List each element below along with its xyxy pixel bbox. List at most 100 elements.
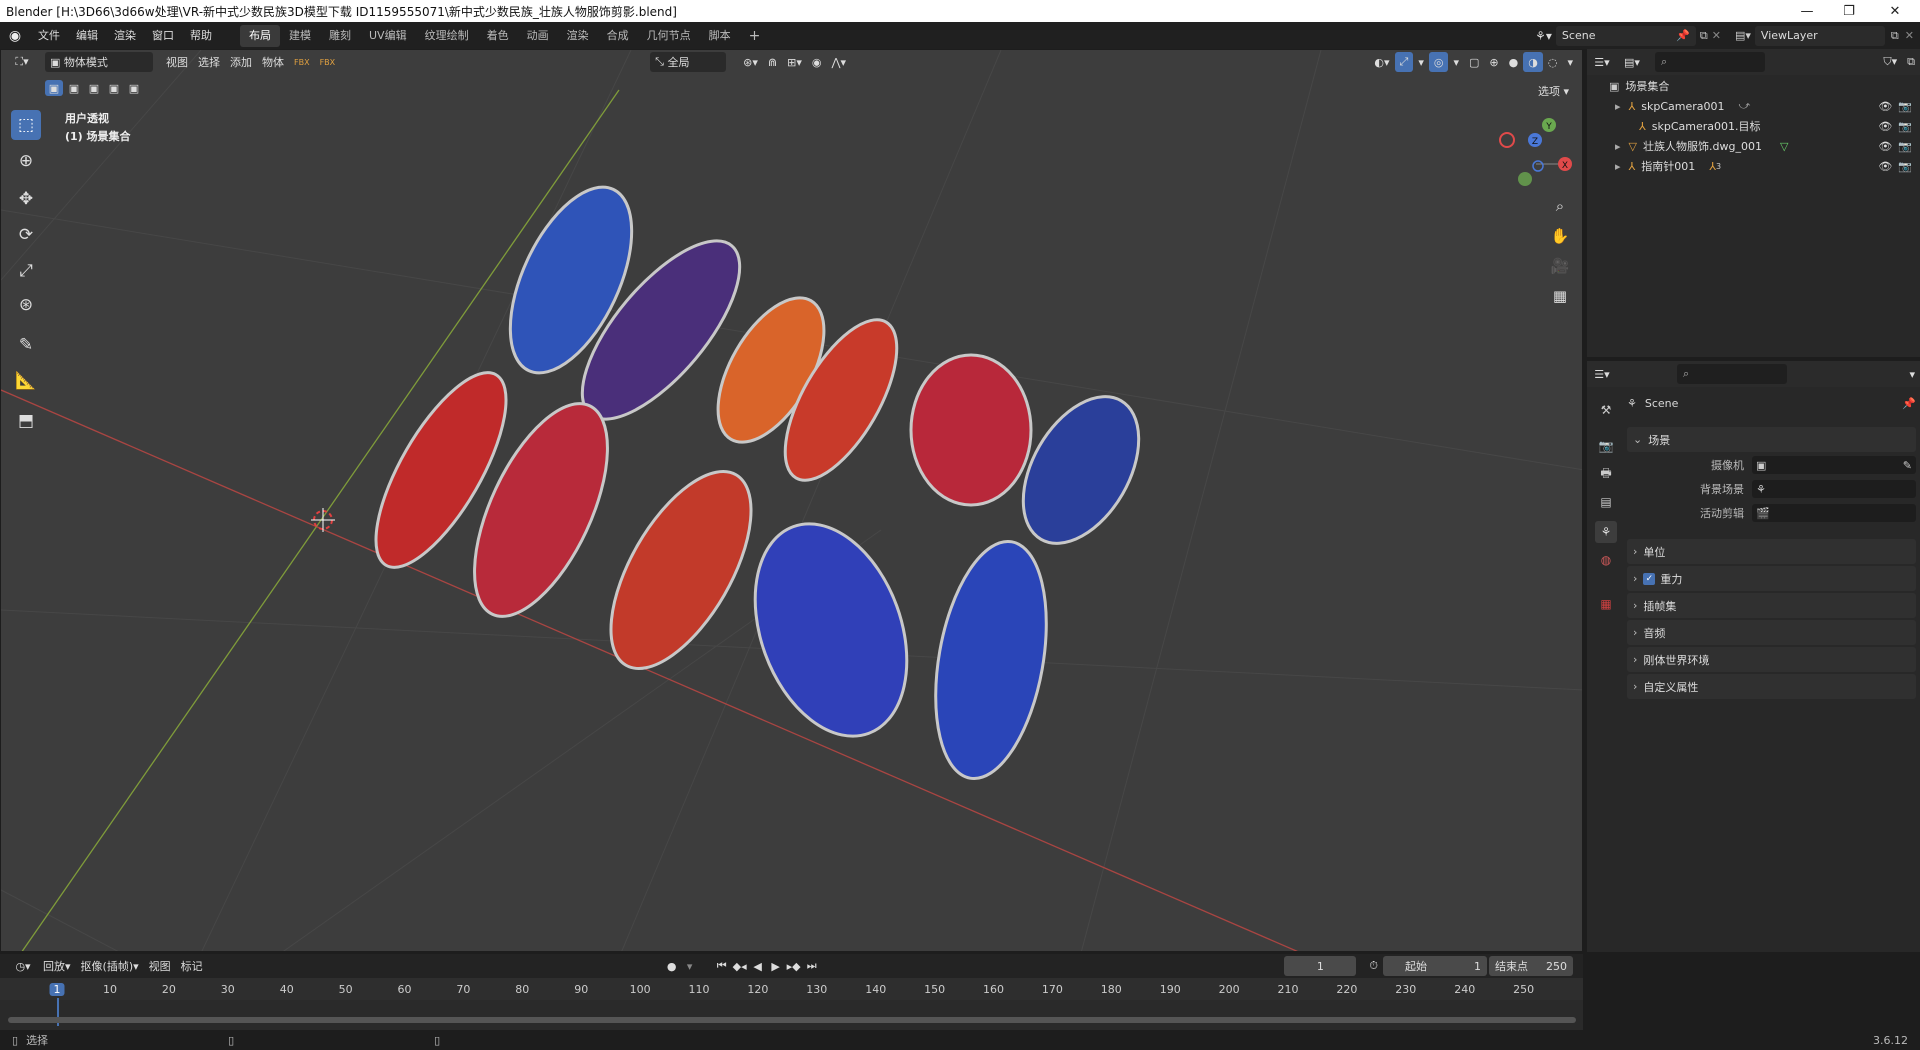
preview-range-icon[interactable]: ⏱ <box>1364 956 1383 976</box>
select-new-icon[interactable]: ▣ <box>45 80 63 96</box>
menu-timeline-view[interactable]: 视图 <box>144 956 176 976</box>
background-scene-field[interactable]: ⚘ <box>1752 480 1916 498</box>
rotate-tool-icon[interactable]: ⟳ <box>11 220 41 250</box>
snap-icon[interactable]: ⋒ <box>763 52 782 72</box>
tab-uv-editing[interactable]: UV编辑 <box>360 25 416 47</box>
tab-scripting[interactable]: 脚本 <box>700 25 740 47</box>
menu-window[interactable]: 窗口 <box>144 22 182 49</box>
timeline-ruler[interactable]: 1 10 20 30 40 50 60 70 80 90 100 110 120 130 140 150 160… <box>0 978 1583 1026</box>
overlay-toggle-icon[interactable]: ◎ <box>1428 52 1449 72</box>
render-camera-icon[interactable]: 📷 <box>1898 120 1912 133</box>
outliner-editor-icon[interactable]: ☰▾ <box>1587 52 1617 72</box>
section-units[interactable]: › 单位 <box>1627 539 1916 564</box>
delete-scene-icon[interactable]: ✕ <box>1712 29 1721 42</box>
visibility-eye-icon[interactable]: 👁 <box>1878 140 1892 153</box>
falloff-icon[interactable]: ⋀▾ <box>826 52 851 72</box>
tool-tab-icon[interactable]: ⚒ <box>1595 399 1617 421</box>
section-custom-properties[interactable]: › 自定义属性 <box>1627 674 1916 699</box>
delete-view-layer-icon[interactable]: ✕ <box>1905 29 1914 42</box>
pivot-point-icon[interactable]: ⊛▾ <box>738 52 763 72</box>
xray-icon[interactable]: ▢ <box>1464 52 1484 72</box>
3d-viewport[interactable]: Y Z X ⛶▾ ▣ 物体模式 视图 选择 添加 物体 FBX FBX ⤡ 全局… <box>0 49 1583 952</box>
overlay-dropdown-icon[interactable]: ▾ <box>1448 52 1464 72</box>
minimize-button[interactable]: — <box>1784 0 1830 22</box>
menu-edit[interactable]: 编辑 <box>68 22 106 49</box>
add-workspace-button[interactable]: + <box>740 25 770 47</box>
new-view-layer-icon[interactable]: ⧉ <box>1891 29 1899 43</box>
select-extend-icon[interactable]: ▣ <box>65 80 83 96</box>
world-tab-icon[interactable]: ◍ <box>1595 549 1617 571</box>
editor-type-icon[interactable]: ⛶▾ <box>7 52 37 72</box>
scene-icon[interactable]: ⚘▾ <box>1535 29 1552 43</box>
outliner-root[interactable]: ▣ 场景集合 <box>1587 76 1920 96</box>
tab-rendering[interactable]: 渲染 <box>558 25 598 47</box>
menu-render[interactable]: 渲染 <box>106 22 144 49</box>
tab-animation[interactable]: 动画 <box>518 25 558 47</box>
menu-file[interactable]: 文件 <box>30 22 68 49</box>
expand-arrow-icon[interactable]: ▸ <box>1615 100 1621 113</box>
select-subtract-icon[interactable]: ▣ <box>85 80 103 96</box>
view-layer-selector[interactable]: ViewLayer <box>1754 25 1885 46</box>
tab-compositing[interactable]: 合成 <box>598 25 638 47</box>
render-tab-icon[interactable]: 📷 <box>1595 435 1617 457</box>
timeline-editor-icon[interactable]: ◷▾ <box>8 956 38 976</box>
section-audio[interactable]: › 音频 <box>1627 620 1916 645</box>
close-button[interactable]: ✕ <box>1872 0 1918 22</box>
scene-selector[interactable]: Scene 📌 <box>1555 25 1696 46</box>
tab-geometry-nodes[interactable]: 几何节点 <box>638 25 700 47</box>
section-rigid-body-world[interactable]: › 刚体世界环境 <box>1627 647 1916 672</box>
outliner-item[interactable]: ⅄ skpCamera001.目标 👁 📷 <box>1587 116 1920 136</box>
tab-modeling[interactable]: 建模 <box>280 25 320 47</box>
pin-icon[interactable]: 📌 <box>1902 397 1916 410</box>
display-mode-icon[interactable]: ▤▾ <box>1617 52 1647 72</box>
view-layer-icon[interactable]: ▤▾ <box>1735 29 1751 42</box>
visibility-eye-icon[interactable]: 👁 <box>1878 120 1892 133</box>
zoom-icon[interactable]: ⌕ <box>1547 193 1573 219</box>
menu-playback[interactable]: 回放 ▾ <box>38 956 76 976</box>
menu-keying[interactable]: 抠像(插帧) ▾ <box>76 956 144 976</box>
pin-icon[interactable]: 📌 <box>1676 29 1690 42</box>
properties-editor-icon[interactable]: ☰▾ <box>1587 364 1617 384</box>
properties-options-icon[interactable]: ▾ <box>1904 364 1920 384</box>
transform-orientation-selector[interactable]: ⤡ 全局 <box>650 52 727 72</box>
jump-end-icon[interactable]: ⏭ <box>803 957 821 975</box>
menu-add[interactable]: 添加 <box>225 52 257 72</box>
move-tool-icon[interactable]: ✥ <box>11 184 41 214</box>
render-camera-icon[interactable]: 📷 <box>1898 140 1912 153</box>
scale-tool-icon[interactable]: ⤢ <box>11 256 41 286</box>
fbx-import-icon[interactable]: FBX <box>289 52 315 72</box>
visibility-icon[interactable]: ◐▾ <box>1369 52 1394 72</box>
snap-target-icon[interactable]: ⊞▾ <box>782 52 807 72</box>
filter-icon[interactable]: ⛉▾ <box>1878 52 1902 72</box>
current-frame-field[interactable]: 1 <box>1284 956 1357 976</box>
menu-marker[interactable]: 标记 <box>176 956 208 976</box>
section-keying-sets[interactable]: › 插帧集 <box>1627 593 1916 618</box>
scene-tab-icon[interactable]: ⚘ <box>1595 521 1617 543</box>
play-reverse-icon[interactable]: ◀ <box>749 957 767 975</box>
gizmo-toggle-icon[interactable]: ⤢ <box>1394 52 1414 72</box>
timeline-scrollbar[interactable] <box>8 1017 1576 1023</box>
outliner-item[interactable]: ▸ ⅄ 指南针001 ⅄ 3 👁 📷 <box>1587 156 1920 176</box>
tab-layout[interactable]: 布局 <box>240 24 280 47</box>
section-gravity[interactable]: › ✓ 重力 <box>1627 566 1916 591</box>
rendered-shading-icon[interactable]: ◌ <box>1543 52 1563 72</box>
record-dropdown-icon[interactable]: ▾ <box>681 957 699 975</box>
maximize-button[interactable]: ❐ <box>1826 0 1872 22</box>
proportional-edit-icon[interactable]: ◉ <box>807 52 827 72</box>
outliner-item[interactable]: ▸ ▽ 壮族人物服饰.dwg_001 ▽ 👁 📷 <box>1587 136 1920 156</box>
new-scene-icon[interactable]: ⧉ <box>1700 29 1708 43</box>
view-layer-tab-icon[interactable]: ▤ <box>1595 491 1617 513</box>
camera-view-icon[interactable]: 🎥 <box>1547 253 1573 279</box>
transform-tool-icon[interactable]: ⊛ <box>11 290 41 320</box>
menu-help[interactable]: 帮助 <box>182 22 220 49</box>
select-box-tool-icon[interactable]: ⬚ <box>11 110 41 140</box>
next-keyframe-icon[interactable]: ▸◆ <box>785 957 803 975</box>
frame-start-field[interactable]: 起始 1 <box>1383 956 1487 976</box>
play-icon[interactable]: ▶ <box>767 957 785 975</box>
render-camera-icon[interactable]: 📷 <box>1898 100 1912 113</box>
select-invert-icon[interactable]: ▣ <box>105 80 123 96</box>
perspective-toggle-icon[interactable]: ▦ <box>1547 283 1573 309</box>
fbx-export-icon[interactable]: FBX <box>315 52 341 72</box>
record-icon[interactable]: ● <box>663 957 681 975</box>
menu-object[interactable]: 物体 <box>257 52 289 72</box>
